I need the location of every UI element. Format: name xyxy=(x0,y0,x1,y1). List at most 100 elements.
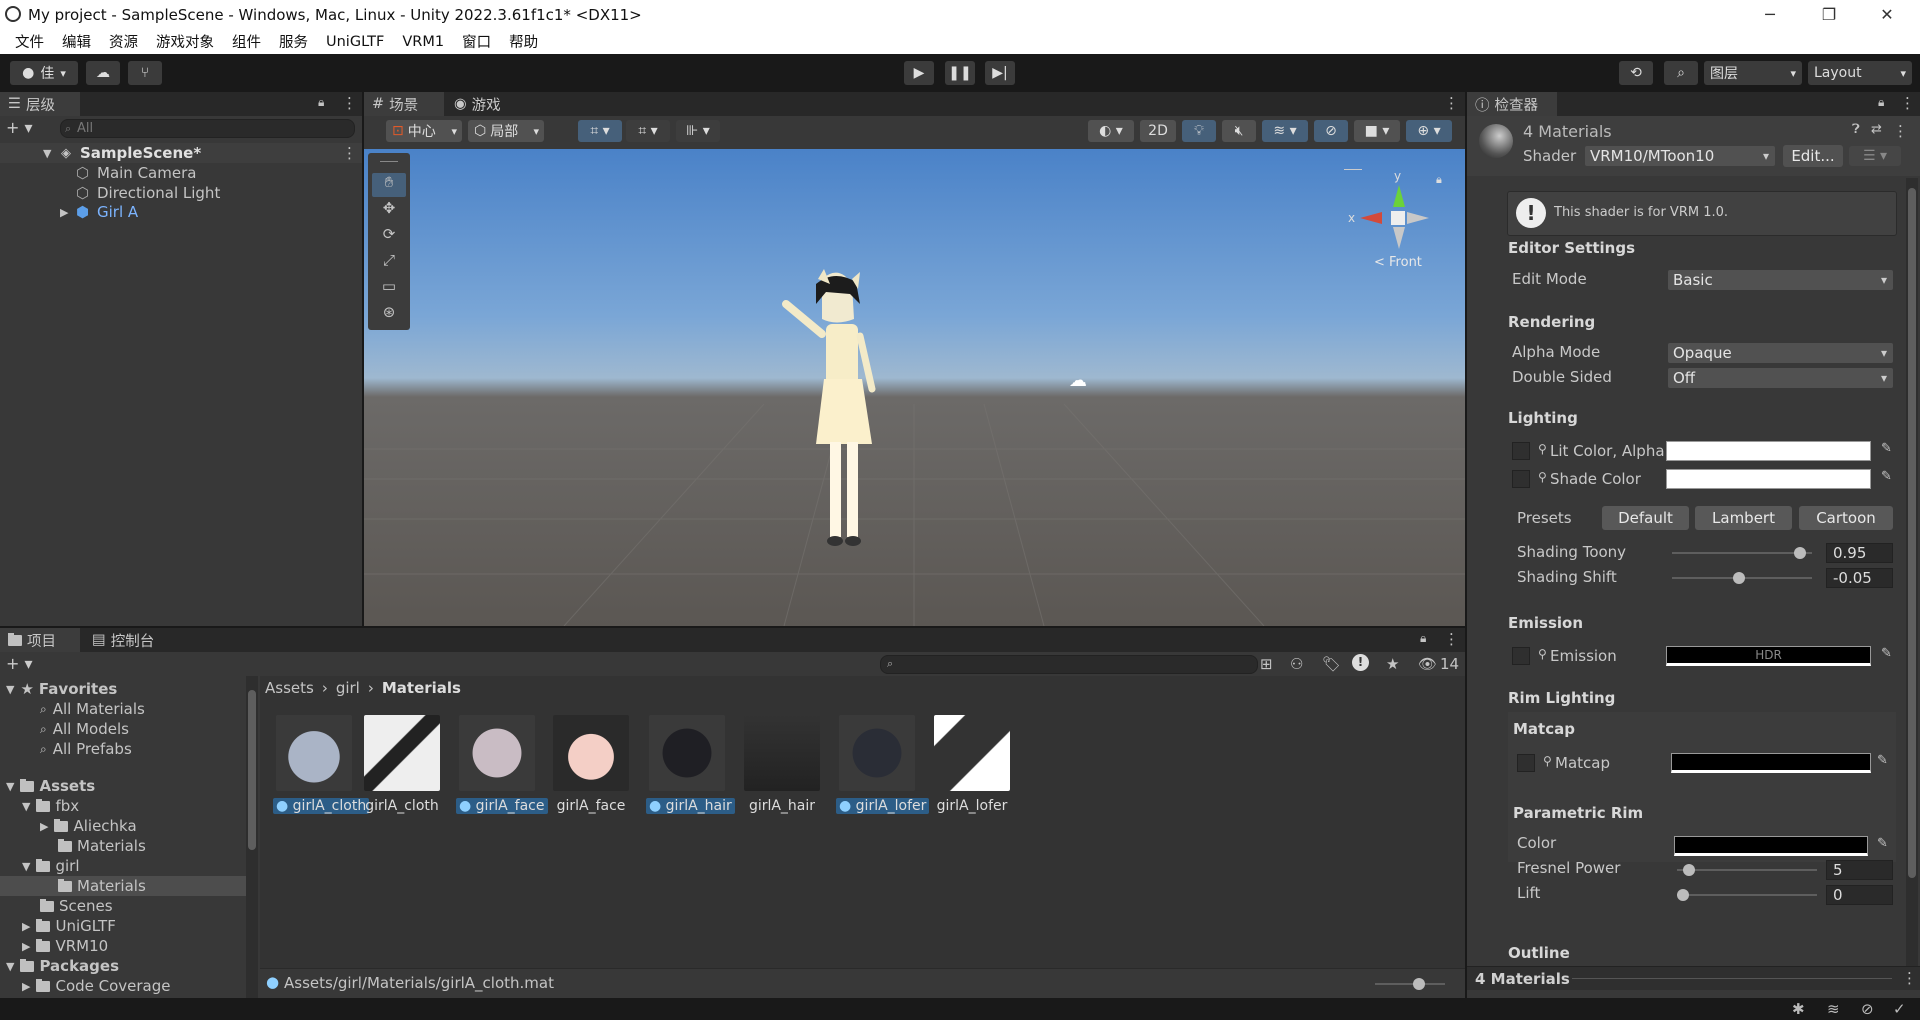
lighting-toggle[interactable]: 💡︎ xyxy=(1182,120,1216,142)
layers-dropdown[interactable]: 图层 ▾ xyxy=(1704,61,1802,85)
shading-shift-field[interactable]: -0.05 xyxy=(1826,568,1893,588)
presets-icon[interactable]: ⇄ xyxy=(1871,122,1882,137)
shader-options-dropdown[interactable]: ☰ ▾ xyxy=(1849,146,1901,166)
stack-icon[interactable]: ≋ xyxy=(1827,1000,1840,1018)
asset-item[interactable]: ● girlA_hair xyxy=(646,715,735,814)
fresnel-power-slider[interactable] xyxy=(1677,864,1817,876)
ruler-button[interactable]: ⊪ ▾ xyxy=(676,120,720,142)
project-add-button[interactable]: + ▾ xyxy=(6,654,33,673)
increment-snap-button[interactable]: ⌗ ▾ xyxy=(626,120,670,142)
progress-icon[interactable]: ⊘ xyxy=(1861,1000,1874,1018)
scene-row[interactable]: ▼ ◈ SampleScene* ⋮ xyxy=(0,143,362,163)
tree-item-packages[interactable]: ▼ Packages xyxy=(6,956,119,976)
tree-item-favorites[interactable]: ▼ ★ Favorites xyxy=(6,679,117,699)
scrollbar-thumb[interactable] xyxy=(248,690,256,850)
tree-item-girl-materials[interactable]: Materials xyxy=(0,876,246,896)
breadcrumb-girl[interactable]: girl xyxy=(336,679,360,697)
lit-texture-slot[interactable] xyxy=(1512,442,1530,460)
gizmo-lock-icon[interactable]: 🔒︎ xyxy=(1436,173,1442,187)
breadcrumb-materials[interactable]: Materials xyxy=(382,679,461,697)
tab-game[interactable]: ◉ 游戏 xyxy=(446,92,516,116)
play-button[interactable]: ▶ xyxy=(904,61,934,85)
pivot-dropdown[interactable]: ⊡ 中心 ▾ xyxy=(386,120,462,142)
more-menu-icon[interactable]: ⋮ xyxy=(1444,630,1459,648)
inspector-scrollbar[interactable] xyxy=(1906,178,1918,978)
preset-cartoon-button[interactable]: Cartoon xyxy=(1799,506,1893,530)
hierarchy-search-input[interactable]: ⌕ All xyxy=(60,119,355,138)
grid-snap-button[interactable]: ⌗ ▾ xyxy=(578,120,622,142)
rect-tool-icon[interactable]: ▭ xyxy=(372,277,406,301)
shading-shift-slider[interactable] xyxy=(1672,572,1812,584)
expand-arrow-icon[interactable]: ▼ xyxy=(43,147,51,160)
menu-services[interactable]: 服务 xyxy=(279,31,308,52)
breadcrumb-assets[interactable]: Assets xyxy=(265,679,314,697)
lit-color-swatch[interactable] xyxy=(1666,441,1871,461)
orientation-gizmo[interactable]: 🔒︎ y x < Front xyxy=(1344,169,1454,279)
slider-knob[interactable] xyxy=(1413,978,1425,990)
asset-item[interactable]: girlA_face xyxy=(550,715,632,814)
tree-item-girl[interactable]: ▼ girl xyxy=(22,856,80,876)
more-menu-icon[interactable]: ⋮ xyxy=(342,94,357,112)
rotate-tool-icon[interactable]: ⟳ xyxy=(372,225,406,249)
lock-icon[interactable]: 🔒︎ xyxy=(1878,95,1884,110)
move-tool-icon[interactable]: ✥ xyxy=(372,199,406,223)
asset-item[interactable]: girlA_cloth xyxy=(361,715,443,814)
eyedropper-icon[interactable]: ✎ xyxy=(1877,836,1888,851)
tab-project[interactable]: 项目 xyxy=(0,628,80,652)
directional-light-cloud-icon[interactable]: ☁ xyxy=(1069,370,1087,391)
filter-warnings-icon[interactable]: ! xyxy=(1352,654,1369,671)
lift-slider[interactable] xyxy=(1677,889,1817,901)
gizmo-center[interactable] xyxy=(1391,211,1405,225)
slider-knob[interactable] xyxy=(1732,572,1745,584)
preset-default-button[interactable]: Default xyxy=(1602,506,1689,530)
shade-texture-slot[interactable] xyxy=(1512,470,1530,488)
palette-grip[interactable] xyxy=(380,161,398,162)
girl-a-model[interactable] xyxy=(764,264,894,584)
expand-arrow-icon[interactable]: ▶ xyxy=(60,206,68,219)
footer-more-icon[interactable]: ⋮ xyxy=(1902,969,1917,987)
tab-console[interactable]: ▤ 控制台 xyxy=(84,628,174,652)
search-by-type-icon[interactable]: ⊞ xyxy=(1260,655,1273,673)
cloud-button[interactable]: ☁ xyxy=(86,61,120,85)
favorite-star-icon[interactable]: ★ xyxy=(1386,655,1399,673)
scene-more-icon[interactable]: ⋮ xyxy=(342,144,357,162)
gizmo-neg-y[interactable] xyxy=(1393,227,1405,249)
component-menu-icon[interactable]: ⋮ xyxy=(1893,122,1908,140)
asset-item[interactable]: ● girlA_lofer xyxy=(836,715,930,814)
menu-gameobject[interactable]: 游戏对象 xyxy=(156,31,214,52)
shading-toony-slider[interactable] xyxy=(1672,547,1812,559)
menu-window[interactable]: 窗口 xyxy=(462,31,491,52)
filter-by-label-icon[interactable]: 🏷︎ xyxy=(1322,655,1341,673)
filter-by-type-icon[interactable]: ⚇ xyxy=(1290,655,1303,673)
slider-knob[interactable] xyxy=(1683,864,1696,876)
slider-knob[interactable] xyxy=(1677,889,1689,901)
tree-item-vrm10[interactable]: ▶ VRM10 xyxy=(22,936,108,956)
scrollbar-thumb[interactable] xyxy=(1908,188,1916,878)
tree-item-code-coverage[interactable]: ▶ Code Coverage xyxy=(22,976,171,996)
tab-hierarchy[interactable]: ☰ 层级 xyxy=(0,92,80,116)
minimize-button[interactable]: ─ xyxy=(1741,0,1799,29)
hierarchy-item[interactable]: ⬡ Directional Light xyxy=(0,183,362,203)
effects-dropdown[interactable]: ≋ ▾ xyxy=(1262,120,1308,142)
gizmo-neg-x[interactable] xyxy=(1407,212,1429,224)
shader-dropdown[interactable]: VRM10/MToon10 xyxy=(1585,146,1775,166)
asset-item[interactable]: girlA_hair xyxy=(741,715,823,814)
hierarchy-item[interactable]: ▶ ⬢ Girl A xyxy=(0,202,362,222)
asset-item[interactable]: girlA_lofer xyxy=(931,715,1013,814)
undo-history-button[interactable]: ⟲ xyxy=(1619,61,1653,85)
menu-vrm1[interactable]: VRM1 xyxy=(402,34,444,50)
matcap-texture-slot[interactable] xyxy=(1517,754,1535,772)
hand-tool-icon[interactable]: ✋︎ xyxy=(372,173,406,197)
asset-item[interactable]: ● girlA_face xyxy=(456,715,548,814)
menu-component[interactable]: 组件 xyxy=(232,31,261,52)
close-button[interactable]: ✕ xyxy=(1858,0,1916,29)
shading-toony-field[interactable]: 0.95 xyxy=(1826,543,1893,563)
tree-item-fbx-materials[interactable]: Materials xyxy=(58,836,146,856)
shader-edit-button[interactable]: Edit... xyxy=(1783,145,1843,167)
maximize-button[interactable]: ❐ xyxy=(1800,0,1858,29)
audio-toggle[interactable]: 🔇︎ xyxy=(1222,120,1256,142)
eyedropper-icon[interactable]: ✎ xyxy=(1877,753,1888,768)
eyedropper-icon[interactable]: ✎ xyxy=(1881,646,1892,661)
search-button[interactable]: ⌕ xyxy=(1664,61,1698,85)
transform-tool-icon[interactable]: ⊛ xyxy=(372,303,406,327)
